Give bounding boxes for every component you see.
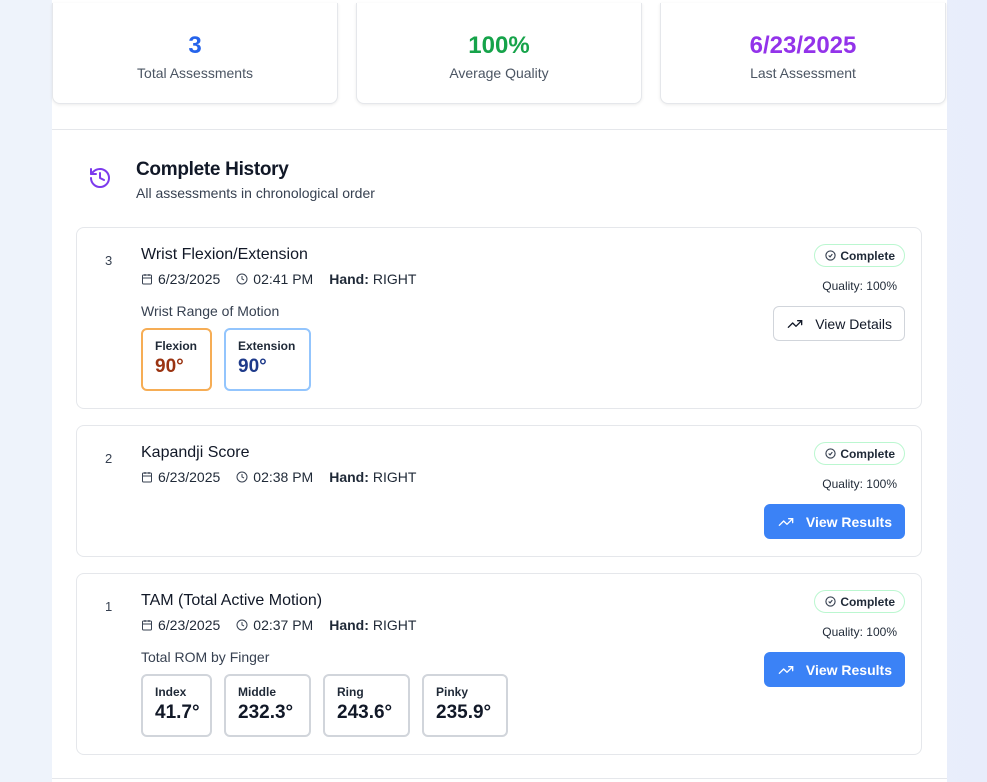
stat-card-average-quality: 100% Average Quality [356,3,642,104]
assessment-meta: 6/23/2025 02:41 PM Hand: RIGHT [141,270,432,288]
trending-up-icon [778,517,794,526]
value-label: Flexion [155,339,198,353]
assessment-date: 6/23/2025 [158,469,221,485]
assessment-title: TAM (Total Active Motion) [141,592,323,609]
stat-card-total-assessments: 3 Total Assessments [52,3,338,104]
check-circle-icon [825,596,836,607]
calendar-icon [142,274,152,285]
value-label: Extension [238,339,296,353]
time-item: 02:37 PM [236,616,313,634]
stat-value: 6/23/2025 [749,32,857,59]
status-text: Complete [840,594,895,609]
extension-value-box: Extension 90° [224,328,311,391]
assessment-title: Wrist Flexion/Extension [141,246,308,263]
history-icon [88,166,112,190]
time-item: 02:41 PM [236,270,313,288]
finger-value-box-ring: Ring 243.6° [323,674,410,737]
date-item: 6/23/2025 [141,616,220,634]
section-title: Complete History [136,159,289,180]
value-number: 232.3° [238,702,294,723]
value-number: 235.9° [436,702,492,723]
finger-value-box-middle: Middle 232.3° [224,674,311,737]
status-text: Complete [840,248,895,263]
value-number: 41.7° [155,702,200,723]
stat-value: 3 [188,32,202,59]
quality-text: Quality: 100% [822,279,897,293]
value-label: Ring [337,685,364,699]
button-label: View Results [805,513,892,530]
button-label: View Results [805,661,892,678]
trending-up-icon [787,319,803,328]
assessment-date: 6/23/2025 [158,271,221,287]
assessment-card: 1 TAM (Total Active Motion) 6/23/2025 02… [76,573,922,755]
trending-up-icon [778,665,794,674]
time-item: 02:38 PM [236,468,313,486]
finger-value-box-index: Index 41.7° [141,674,212,737]
calendar-icon [142,472,152,483]
section-subtitle: All assessments in chronological order [136,185,375,201]
value-label: Index [155,685,187,699]
hand-value: RIGHT [372,469,417,485]
clock-icon [236,273,248,285]
check-circle-icon [825,250,836,261]
date-item: 6/23/2025 [141,468,220,486]
stat-card-last-assessment: 6/23/2025 Last Assessment [660,3,946,104]
value-label: Middle [238,685,276,699]
quality-text: Quality: 100% [822,625,897,639]
hand-item: Hand: RIGHT [329,468,416,486]
value-number: 243.6° [337,702,393,723]
assessment-time: 02:37 PM [253,617,314,633]
date-item: 6/23/2025 [141,270,220,288]
clock-icon [236,619,248,631]
hand-item: Hand: RIGHT [329,616,416,634]
value-label: Pinky [436,685,469,699]
status-badge: Complete [814,442,905,465]
hand-value: RIGHT [372,617,417,633]
view-results-button[interactable]: View Results [763,504,905,539]
rom-section-label: Wrist Range of Motion [141,303,280,319]
stat-label: Last Assessment [750,65,856,81]
status-text: Complete [840,446,895,461]
history-section: Complete History All assessments in chro… [52,129,947,779]
assessment-time: 02:38 PM [253,469,314,485]
assessment-date: 6/23/2025 [158,617,221,633]
value-number: 90° [155,356,184,377]
assessment-meta: 6/23/2025 02:38 PM Hand: RIGHT [141,468,432,486]
assessment-title: Kapandji Score [141,444,250,461]
hand-label: Hand: [329,469,369,485]
hand-value: RIGHT [372,271,417,287]
calendar-icon [142,620,152,631]
hand-label: Hand: [329,271,369,287]
assessment-card: 2 Kapandji Score 6/23/2025 02:38 PM Hand… [76,425,922,557]
stat-label: Total Assessments [137,65,253,81]
assessment-number: 2 [105,451,113,466]
value-number: 90° [238,356,267,377]
view-results-button[interactable]: View Results [763,652,905,687]
status-badge: Complete [814,590,905,613]
assessment-number: 1 [105,599,113,614]
button-label: View Details [815,315,892,332]
clock-icon [236,471,248,483]
view-details-button[interactable]: View Details [773,306,905,341]
stat-label: Average Quality [449,65,549,81]
finger-value-box-pinky: Pinky 235.9° [422,674,508,737]
assessment-card: 3 Wrist Flexion/Extension 6/23/2025 02:4… [76,227,922,409]
quality-text: Quality: 100% [822,477,897,491]
hand-label: Hand: [329,617,369,633]
assessment-number: 3 [105,253,113,268]
status-badge: Complete [814,244,905,267]
flexion-value-box: Flexion 90° [141,328,212,391]
assessment-time: 02:41 PM [253,271,314,287]
hand-item: Hand: RIGHT [329,270,416,288]
check-circle-icon [825,448,836,459]
rom-section-label: Total ROM by Finger [141,649,270,665]
assessment-meta: 6/23/2025 02:37 PM Hand: RIGHT [141,616,432,634]
stat-value: 100% [468,32,530,59]
